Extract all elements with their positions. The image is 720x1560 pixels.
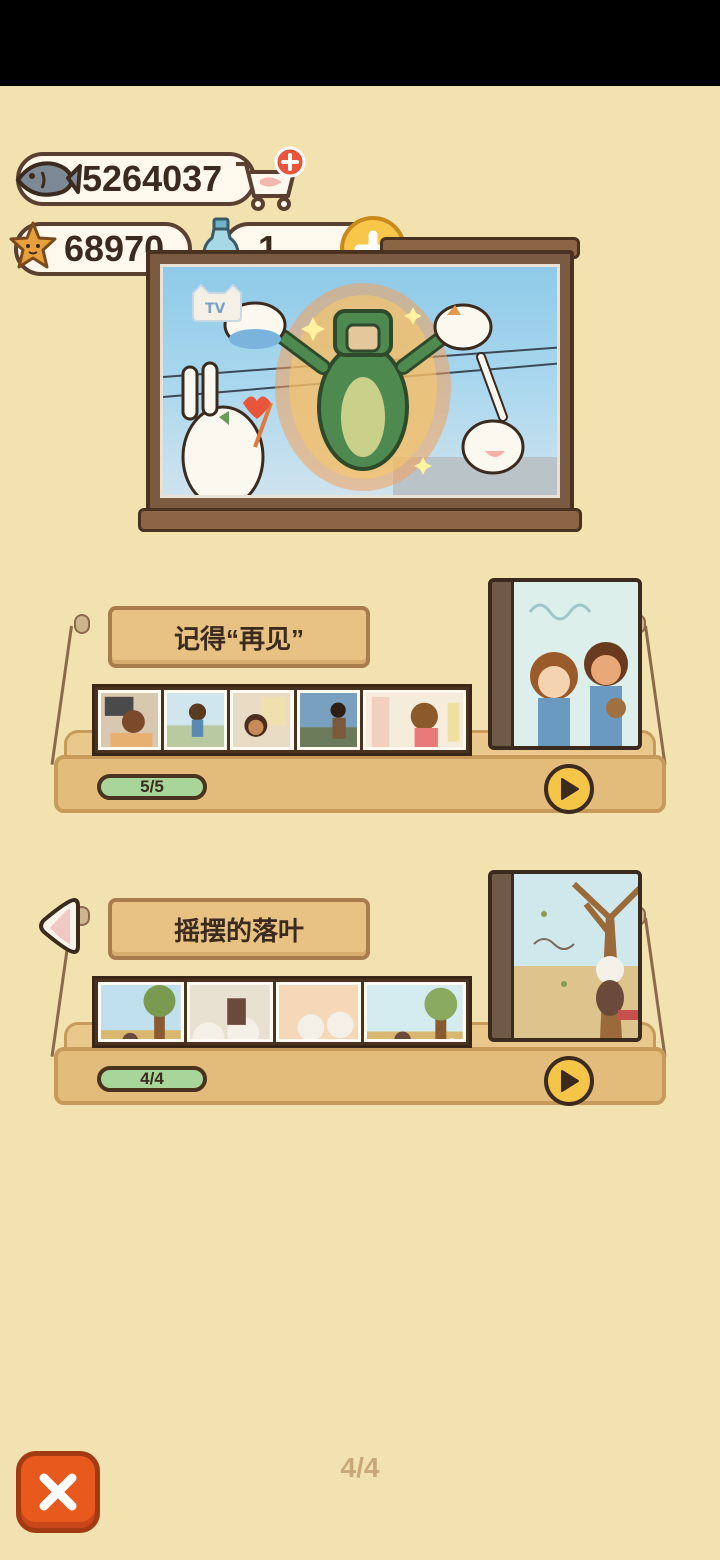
story-thumbnail[interactable] xyxy=(186,982,273,1042)
story-thumbnail-strip[interactable] xyxy=(92,684,472,756)
story-book-cover[interactable] xyxy=(488,578,642,750)
book-cover-art xyxy=(514,874,638,1038)
story-progress: 4/4 xyxy=(97,1066,207,1092)
story-title: 摇摆的落叶 xyxy=(108,898,370,960)
story-thumbnail[interactable] xyxy=(275,982,362,1042)
story-progress: 5/5 xyxy=(97,774,207,800)
book-spine xyxy=(492,582,514,746)
status-bar xyxy=(0,0,720,86)
story-thumbnail[interactable] xyxy=(164,690,228,750)
story-thumbnail[interactable] xyxy=(98,982,184,1042)
fish-icon xyxy=(15,161,82,197)
tv-logo: TV xyxy=(192,283,242,322)
play-icon xyxy=(561,778,579,800)
fish-count: 5264037 xyxy=(82,158,223,199)
story-thumbnail[interactable] xyxy=(362,690,466,750)
cart-plus-icon[interactable] xyxy=(232,146,308,214)
page-indicator: 4/4 xyxy=(340,1452,380,1483)
book-spine xyxy=(492,874,514,1038)
story-thumbnail[interactable] xyxy=(364,982,467,1042)
story-thumbnail[interactable] xyxy=(98,690,162,750)
tv-scene: TV xyxy=(160,264,560,498)
tv-bottom-rod xyxy=(138,508,582,532)
story-shelf-2: 摇摆的落叶 4/4 xyxy=(0,862,720,1112)
play-icon xyxy=(561,1070,579,1092)
story-book-cover[interactable] xyxy=(488,870,642,1042)
close-icon xyxy=(39,1473,77,1511)
left-arrow-icon[interactable] xyxy=(34,896,80,956)
wall-peg xyxy=(74,614,90,634)
close-button[interactable] xyxy=(16,1451,100,1533)
story-title: 记得“再见” xyxy=(108,606,370,668)
story-thumbnail-strip[interactable] xyxy=(92,976,472,1048)
book-cover-art xyxy=(514,582,638,746)
story-shelf-1: 记得“再见” 5/5 xyxy=(0,570,720,820)
story-thumbnail[interactable] xyxy=(230,690,294,750)
star-icon xyxy=(9,221,57,269)
play-button[interactable] xyxy=(544,1056,594,1106)
tv-screen-frame[interactable]: TV xyxy=(146,250,574,512)
tv-logo-text: TV xyxy=(205,301,226,317)
story-thumbnail[interactable] xyxy=(296,690,360,750)
play-button[interactable] xyxy=(544,764,594,814)
